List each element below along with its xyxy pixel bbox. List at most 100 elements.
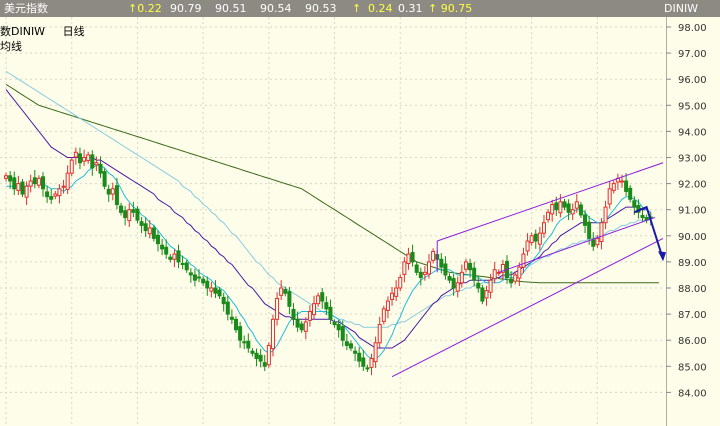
legend-period: 日线 [62,25,85,38]
candle-body [570,209,575,215]
candle-body [303,321,308,332]
y-tick-label: 95.00 [678,101,707,112]
candle-body [398,277,403,289]
candle-body [316,295,321,305]
up-arrow-icon: ↑ [352,2,362,15]
candle-body [41,176,46,190]
ma-mid2-series [5,70,651,328]
candle-body [628,187,633,200]
candle-body [275,297,280,320]
range-value: 0.31 [398,2,423,15]
candle-body [344,341,349,346]
candle-body [234,318,239,331]
candle-body [131,209,136,213]
candle-body [324,302,329,310]
y-tick-label: 86.00 [678,336,707,347]
candle-body [447,276,452,281]
price-axis: 98.00 97.00 96.00 95.00 94.00 93.00 92.00 91.00… [666,23,707,399]
candle-body [65,172,70,190]
candle-body [369,357,374,368]
candle-body [509,278,514,284]
forecast-arrow [633,205,667,262]
candle-body [4,175,9,179]
candle-body [468,262,473,271]
candle-body [554,202,559,211]
candle-body [192,274,197,281]
y-tick-label: 91.00 [678,206,707,217]
candle-body [525,240,530,252]
candle-body [135,208,140,221]
chart-legend: 数DINIW 日线 均线 [0,24,99,54]
candle-body [184,262,189,271]
candle-body [20,181,25,195]
candle-body [197,276,202,279]
channel-upper-line [437,162,664,242]
y-tick-label: 89.00 [678,258,707,269]
candle-body [459,271,464,284]
candle-body [139,221,144,226]
close-value: ↑ 90.75 [428,2,473,15]
candle-body [541,222,546,234]
candle-body [110,188,115,195]
y-tick-label: 98.00 [678,23,707,34]
candle-body [53,193,58,197]
y-tick-label: 90.00 [678,232,707,243]
legend-symbol: 数DINIW [0,25,46,38]
candle-body [12,177,17,190]
y-tick-label: 87.00 [678,310,707,321]
candle-body [406,253,411,264]
candle-body [32,177,37,185]
candle-body [410,252,415,263]
candle-body [258,354,263,362]
candle-body [402,261,407,275]
candle-body [431,250,436,261]
instrument-title: 美元指数 [4,2,48,15]
candle-body [291,308,296,320]
candle-body [521,253,526,268]
candle-body [451,278,456,289]
candle-body [312,303,317,316]
candle-body [94,162,99,166]
candle-body [550,203,555,215]
candle-body [529,235,534,244]
candle-body [562,201,567,208]
candle-body [172,253,177,260]
candle-body [119,205,124,213]
candle-body [373,342,378,363]
candle-body [160,244,165,250]
candle-body [221,296,226,305]
y-tick-label: 88.00 [678,284,707,295]
candle-body [213,287,218,294]
candle-body [599,222,604,243]
candle-body [127,209,132,222]
candle-body [45,191,50,198]
candle-body [546,211,551,221]
candle-body [16,183,21,191]
candle-body [106,188,111,195]
candle-body [394,287,399,297]
candle-body [229,316,234,320]
candle-body [484,290,489,299]
candle-body [270,318,275,350]
candle-body [566,203,571,213]
candle-body [164,246,169,255]
candle-body [607,188,612,205]
change-value: ↑0.22 [128,2,162,15]
y-tick-label: 93.00 [678,154,707,165]
last-value: 90.53 [305,2,337,15]
candle-body [422,271,427,275]
candle-body [320,292,325,302]
candle-body [254,352,259,359]
candle-body [143,223,148,232]
candle-body [73,151,78,158]
ma-short-line [6,164,651,359]
candle-body [225,301,230,315]
y-tick-label: 94.00 [678,127,707,138]
candle-body [619,180,624,183]
y-tick-label: 84.00 [678,388,707,399]
candle-body [381,308,386,322]
candle-body [86,154,91,162]
candle-body [328,306,333,320]
candle-body [578,204,583,216]
price-chart[interactable]: 98.00 97.00 96.00 95.00 94.00 93.00 92.00 91.00… [0,17,720,426]
